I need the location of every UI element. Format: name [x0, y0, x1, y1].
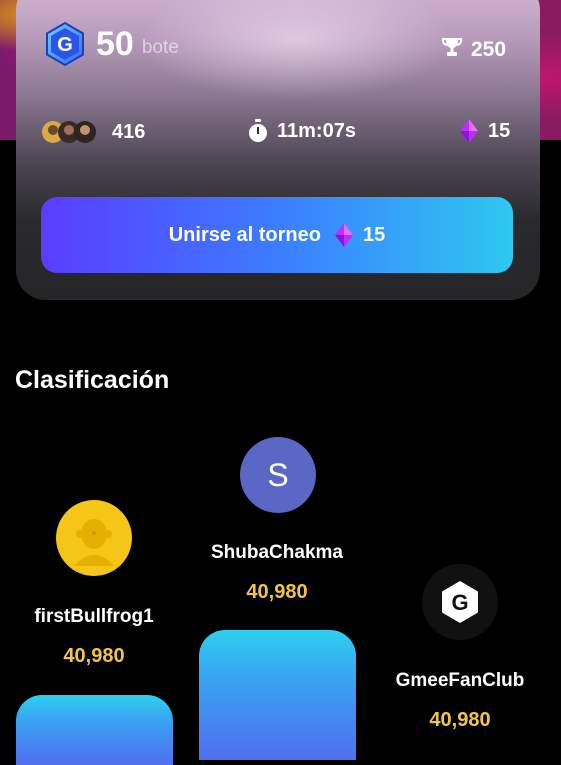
player-score: 40,980	[429, 709, 491, 731]
podium-first	[199, 630, 356, 760]
player-avatars-icon	[40, 119, 98, 145]
trophy-row: 250	[441, 36, 506, 63]
players-stat: 416	[40, 119, 145, 145]
entry-cost-value: 15	[488, 119, 511, 142]
pot-value: 50	[96, 24, 134, 63]
svg-text:G: G	[57, 34, 73, 56]
player-name: GmeeFanClub	[395, 670, 525, 691]
tournament-card: G 50 bote 250 416 11m:07s 15 Unirse al t…	[16, 0, 540, 300]
avatar[interactable]: G	[422, 564, 498, 640]
player-score: 40,980	[63, 645, 125, 667]
stopwatch-icon	[247, 119, 269, 143]
trophy-icon	[441, 36, 463, 63]
g-token-icon: G	[42, 21, 88, 67]
podium-second	[16, 695, 173, 765]
join-button-label: Unirse al torneo	[168, 223, 321, 246]
player-name: firstBullfrog1	[34, 606, 154, 627]
leaderboard-title: Clasificación	[15, 366, 170, 394]
join-button-cost: 15	[363, 223, 386, 246]
pot-unit: bote	[141, 37, 179, 58]
entry-cost-stat: 15	[460, 119, 510, 143]
player-score: 40,980	[246, 581, 308, 603]
player-name: ShubaChakma	[211, 542, 343, 563]
timer-stat: 11m:07s	[247, 119, 356, 143]
players-count: 416	[112, 120, 146, 143]
gem-icon	[335, 223, 353, 247]
join-tournament-button[interactable]: Unirse al torneo 15	[41, 197, 513, 273]
g-logo-icon: G	[442, 581, 478, 623]
avatar-letter: S	[267, 456, 289, 493]
user-silhouette-icon	[74, 519, 114, 566]
card-glow	[136, 0, 456, 100]
avatar-letter: G	[451, 590, 468, 615]
pot-row: G 50 bote	[42, 21, 179, 67]
gem-icon	[460, 119, 478, 143]
avatar[interactable]	[56, 500, 132, 576]
timer-value: 11m:07s	[277, 119, 356, 142]
avatar[interactable]: S	[240, 437, 316, 513]
trophy-value: 250	[471, 37, 507, 61]
